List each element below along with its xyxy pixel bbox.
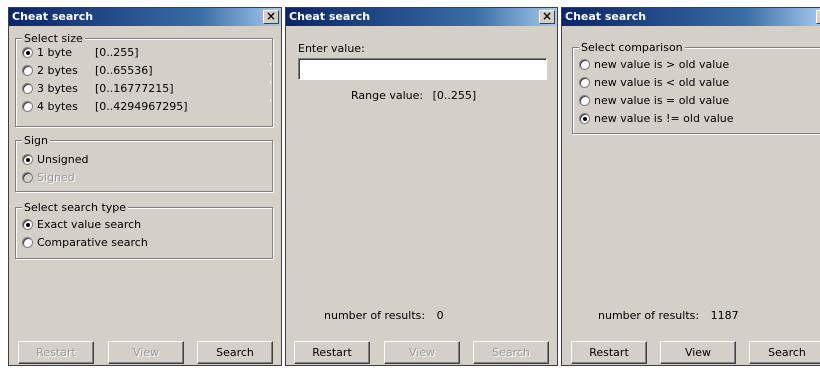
view-button[interactable]: View bbox=[660, 341, 736, 364]
option-range: [0..255] bbox=[95, 45, 139, 59]
cheat-search-window-value: Cheat search × Enter value: Range value:… bbox=[285, 7, 558, 366]
radio-icon[interactable] bbox=[22, 82, 33, 94]
size-option-4-bytes[interactable]: 4 bytes [0..4294967295] bbox=[22, 98, 188, 114]
range-label: Range value: bbox=[351, 89, 424, 102]
radio-icon[interactable] bbox=[22, 218, 33, 230]
results-display: number of results: 1187 bbox=[598, 309, 739, 322]
radio-icon[interactable] bbox=[22, 153, 33, 165]
option-range: [0..4294967295] bbox=[95, 99, 188, 113]
radio-icon[interactable] bbox=[579, 112, 590, 124]
search-button[interactable]: Search bbox=[749, 341, 820, 364]
range-value: [0..255] bbox=[432, 89, 477, 102]
divider bbox=[270, 99, 271, 102]
window-title: Cheat search bbox=[289, 10, 371, 23]
comparison-less[interactable]: new value is < old value bbox=[579, 74, 729, 90]
comparison-greater[interactable]: new value is > old value bbox=[579, 56, 729, 72]
comparison-not-equal[interactable]: new value is != old value bbox=[579, 110, 734, 126]
option-label: 1 byte bbox=[37, 45, 73, 59]
results-display: number of results: 0 bbox=[324, 309, 444, 322]
group-legend: Select search type bbox=[22, 201, 129, 214]
restart-button[interactable]: Restart bbox=[294, 341, 370, 364]
range-display: Range value: [0..255] bbox=[351, 89, 476, 102]
size-option-3-bytes[interactable]: 3 bytes [0..16777215] bbox=[22, 80, 174, 96]
cheat-search-window-compare: Cheat search × Select comparison new val… bbox=[561, 7, 820, 366]
value-input[interactable] bbox=[298, 58, 547, 80]
option-label: Comparative search bbox=[37, 235, 148, 249]
option-range: [0..16777215] bbox=[95, 81, 174, 95]
select-comparison-group: Select comparison new value is > old val… bbox=[572, 41, 820, 134]
sign-option-signed: Signed bbox=[22, 169, 75, 185]
view-button: View bbox=[108, 341, 184, 364]
select-size-group: Select size 1 byte [0..255] 2 bytes [0..… bbox=[15, 32, 273, 127]
option-label: 3 bytes bbox=[37, 81, 78, 95]
divider bbox=[270, 63, 271, 66]
restart-button: Restart bbox=[18, 341, 94, 364]
search-button[interactable]: Search bbox=[197, 341, 273, 364]
title-bar: Cheat search bbox=[9, 8, 281, 26]
restart-button[interactable]: Restart bbox=[571, 341, 647, 364]
size-option-2-bytes[interactable]: 2 bytes [0..65536] bbox=[22, 62, 153, 78]
option-label: 4 bytes bbox=[37, 99, 78, 113]
option-label: 2 bytes bbox=[37, 63, 78, 77]
search-type-comparative[interactable]: Comparative search bbox=[22, 234, 148, 250]
title-bar: Cheat search bbox=[562, 8, 820, 26]
group-legend: Sign bbox=[22, 134, 50, 147]
results-label: number of results: bbox=[324, 309, 426, 322]
radio-icon[interactable] bbox=[22, 64, 33, 76]
radio-icon[interactable] bbox=[22, 100, 33, 112]
size-option-1-byte[interactable]: 1 byte [0..255] bbox=[22, 44, 139, 60]
results-count: 0 bbox=[436, 309, 444, 322]
option-label: Unsigned bbox=[37, 152, 89, 166]
option-label: Signed bbox=[37, 170, 75, 184]
search-type-group: Select search type Exact value search Co… bbox=[15, 201, 273, 259]
option-range: [0..65536] bbox=[95, 63, 153, 77]
enter-value-label: Enter value: bbox=[298, 42, 365, 55]
view-button: View bbox=[384, 341, 460, 364]
close-icon[interactable]: × bbox=[539, 10, 555, 24]
window-title: Cheat search bbox=[565, 10, 647, 23]
sign-option-unsigned[interactable]: Unsigned bbox=[22, 151, 89, 167]
cheat-search-window-size: Cheat search × Select size 1 byte [0..25… bbox=[8, 7, 282, 366]
radio-icon bbox=[22, 171, 33, 183]
option-label: new value is != old value bbox=[594, 111, 734, 125]
comparison-equal[interactable]: new value is = old value bbox=[579, 92, 729, 108]
option-label: new value is > old value bbox=[594, 57, 730, 71]
radio-icon[interactable] bbox=[579, 58, 590, 70]
close-icon[interactable]: × bbox=[816, 10, 820, 24]
results-label: number of results: bbox=[598, 309, 700, 322]
option-label: new value is < old value bbox=[594, 75, 730, 89]
radio-icon[interactable] bbox=[22, 236, 33, 248]
close-icon[interactable]: × bbox=[263, 10, 279, 24]
divider bbox=[270, 81, 271, 84]
search-button: Search bbox=[473, 341, 549, 364]
radio-icon[interactable] bbox=[579, 76, 590, 88]
radio-icon[interactable] bbox=[579, 94, 590, 106]
results-count: 1187 bbox=[710, 309, 739, 322]
radio-icon[interactable] bbox=[22, 46, 33, 58]
title-bar: Cheat search bbox=[286, 8, 557, 26]
sign-group: Sign Unsigned Signed bbox=[15, 134, 273, 192]
option-label: new value is = old value bbox=[594, 93, 730, 107]
option-label: Exact value search bbox=[37, 217, 142, 231]
group-legend: Select comparison bbox=[579, 41, 685, 54]
window-title: Cheat search bbox=[12, 10, 94, 23]
search-type-exact[interactable]: Exact value search bbox=[22, 216, 141, 232]
